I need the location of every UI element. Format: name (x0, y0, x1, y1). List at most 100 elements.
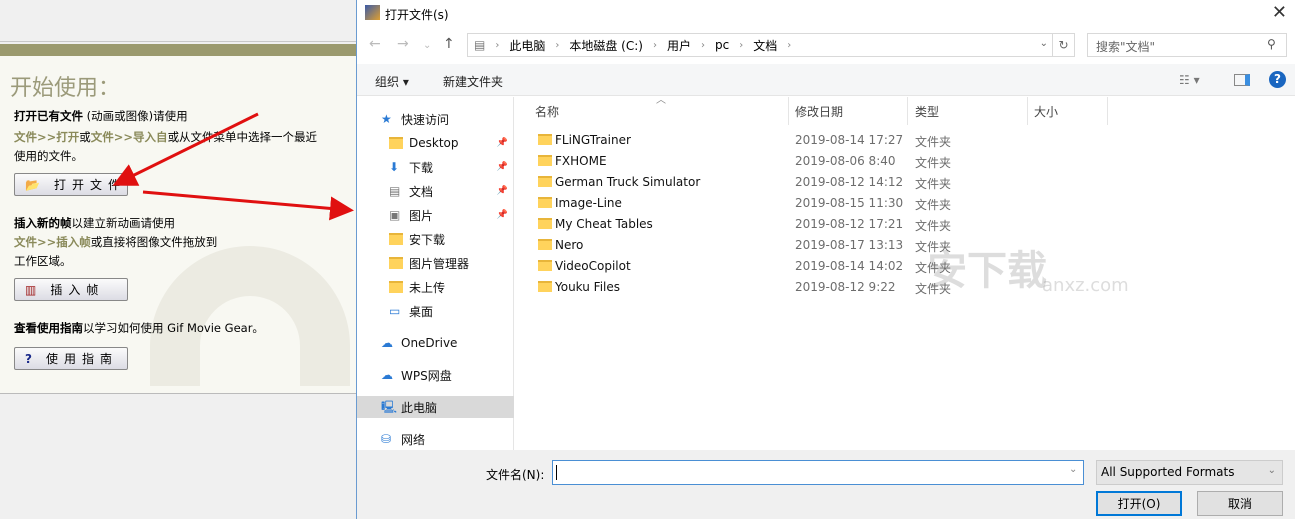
file-row[interactable]: Image-Line 2019-08-15 11:30 文件夹 (535, 193, 955, 214)
insert-frame-button[interactable]: ▥ 插入帧 (14, 278, 128, 301)
file-date: 2019-08-17 13:13 (795, 238, 904, 252)
command-bar: 组织 ▾ 新建文件夹 ☷ ▾ ? (357, 64, 1295, 96)
file-type: 文件夹 (915, 135, 952, 149)
file-date: 2019-08-12 14:12 (795, 175, 904, 189)
refresh-icon[interactable]: ↻ (1052, 34, 1074, 56)
file-type: 文件夹 (915, 198, 952, 212)
breadcrumb-item[interactable]: 本地磁盘 (C:) (569, 37, 643, 54)
file-row[interactable]: FLiNGTrainer 2019-08-14 17:27 文件夹 (535, 130, 955, 151)
column-header-size[interactable]: 大小 (1034, 103, 1058, 120)
desktop-icon: ▭ (389, 304, 401, 318)
file-row[interactable]: VideoCopilot 2019-08-14 14:02 文件夹 (535, 256, 955, 277)
file-row[interactable]: German Truck Simulator 2019-08-12 14:12 文件… (535, 172, 955, 193)
file-type: 文件夹 (915, 219, 952, 233)
pin-icon[interactable]: 📌 (497, 210, 508, 220)
view-options-icon[interactable]: ☷ ▾ (1179, 73, 1200, 87)
folder-icon (538, 260, 552, 271)
file-date: 2019-08-06 8:40 (795, 154, 896, 168)
up-button[interactable]: ↑ (443, 36, 455, 52)
new-folder-button[interactable]: 新建文件夹 (443, 73, 503, 90)
pin-icon[interactable]: 📌 (497, 138, 508, 148)
file-date: 2019-08-14 14:02 (795, 259, 904, 273)
nav-item-label: 网络 (401, 432, 426, 447)
column-header-date[interactable]: 修改日期 (795, 103, 843, 120)
close-button[interactable]: ✕ (1272, 2, 1287, 23)
filename-input[interactable] (552, 460, 1084, 485)
nav-item-label: OneDrive (401, 336, 458, 350)
nav-item-label: 此电脑 (401, 400, 438, 415)
open-file-dialog: 打开文件(s) ✕ ← → ⌄ ↑ ▤ › 此电脑 › 本地磁盘 (C:) › 用户 … (356, 0, 1295, 519)
user-guide-button[interactable]: ? 使用指南 (14, 347, 128, 370)
cloud-icon: ☁ (381, 336, 393, 350)
folder-icon (538, 197, 552, 208)
help-icon: ? (25, 351, 38, 366)
file-name: Youku Files (555, 280, 621, 294)
column-header-name[interactable]: 名称 (535, 103, 559, 120)
nav-item[interactable]: 🖳 此电脑 (357, 396, 514, 418)
file-name: German Truck Simulator (555, 175, 701, 189)
nav-item[interactable]: 未上传 (357, 276, 514, 298)
file-name: Nero (555, 238, 584, 252)
breadcrumb-item[interactable]: pc (715, 38, 729, 52)
nav-item-label: 下载 (409, 160, 434, 175)
film-icon: ▥ (25, 282, 43, 297)
file-date: 2019-08-14 17:27 (795, 133, 904, 147)
nav-item-label: 未上传 (409, 280, 446, 295)
breadcrumb-item[interactable]: 此电脑 (509, 37, 545, 54)
breadcrumb-item[interactable]: 文档 (753, 37, 777, 54)
pin-icon[interactable]: 📌 (497, 186, 508, 196)
folder-icon (389, 281, 403, 293)
folder-icon (538, 218, 552, 229)
open-button[interactable]: 打开(O) (1096, 491, 1182, 516)
recent-dropdown[interactable]: ⌄ (423, 40, 431, 51)
nav-item-label: WPS网盘 (401, 368, 452, 383)
address-bar[interactable]: ▤ › 此电脑 › 本地磁盘 (C:) › 用户 › pc › 文档 › ⌄ ↻ (467, 33, 1075, 57)
address-dropdown[interactable]: ⌄ (1040, 38, 1048, 49)
file-row[interactable]: Youku Files 2019-08-12 9:22 文件夹 (535, 277, 955, 298)
watermark: 安下载 (927, 248, 1047, 294)
sort-arrow-icon: ︿ (656, 95, 666, 106)
file-date: 2019-08-15 11:30 (795, 196, 904, 210)
nav-item[interactable]: ⛁ 网络 (357, 428, 514, 450)
file-row[interactable]: My Cheat Tables 2019-08-12 17:21 文件夹 (535, 214, 955, 235)
preview-pane-icon[interactable] (1234, 74, 1250, 86)
help-icon[interactable]: ? (1269, 71, 1286, 88)
file-row[interactable]: FXHOME 2019-08-06 8:40 文件夹 (535, 151, 955, 172)
red-arrow (112, 112, 259, 186)
watermark-domain: anxz.com (1042, 275, 1129, 296)
pin-icon[interactable]: 📌 (497, 162, 508, 172)
cancel-button[interactable]: 取消 (1197, 491, 1283, 516)
search-icon: ⚲ (1267, 37, 1276, 51)
filename-label: 文件名(N): (486, 468, 545, 482)
chevron-down-icon: ⌄ (1267, 465, 1276, 476)
computer-icon: 🖳 (381, 400, 398, 414)
file-name: Image-Line (555, 196, 622, 210)
nav-item[interactable]: ☁ WPS网盘 (357, 364, 514, 386)
filename-dropdown[interactable]: ⌄ (1069, 464, 1077, 475)
annotation-arrows (112, 112, 354, 221)
file-type: 文件夹 (915, 156, 952, 170)
nav-item-label: 快速访问 (401, 112, 450, 127)
file-name: FXHOME (555, 154, 607, 168)
file-name: FLiNGTrainer (555, 133, 631, 147)
folder-icon (538, 155, 552, 166)
file-name: My Cheat Tables (555, 217, 653, 231)
file-name: VideoCopilot (555, 259, 631, 273)
folder-icon (538, 176, 552, 187)
file-row[interactable]: Nero 2019-08-17 13:13 文件夹 (535, 235, 955, 256)
red-arrow (142, 190, 354, 221)
text-cursor (556, 465, 557, 480)
column-header-type[interactable]: 类型 (915, 103, 939, 120)
nav-item-label: 图片管理器 (409, 256, 470, 271)
network-icon: ⛁ (381, 432, 392, 446)
search-input[interactable]: 搜索"文档" (1087, 33, 1287, 57)
cloud-icon: ☁ (381, 368, 393, 382)
nav-item[interactable]: ☁ OneDrive (357, 332, 514, 354)
file-type-select[interactable]: All Supported Formats ⌄ (1096, 460, 1283, 485)
document-icon: ▤ (474, 38, 486, 52)
background-logo (150, 246, 350, 386)
breadcrumb-item[interactable]: 用户 (667, 37, 691, 54)
file-date: 2019-08-12 9:22 (795, 280, 896, 294)
folder-icon (538, 239, 552, 250)
nav-item[interactable]: ▭ 桌面 (357, 300, 514, 322)
